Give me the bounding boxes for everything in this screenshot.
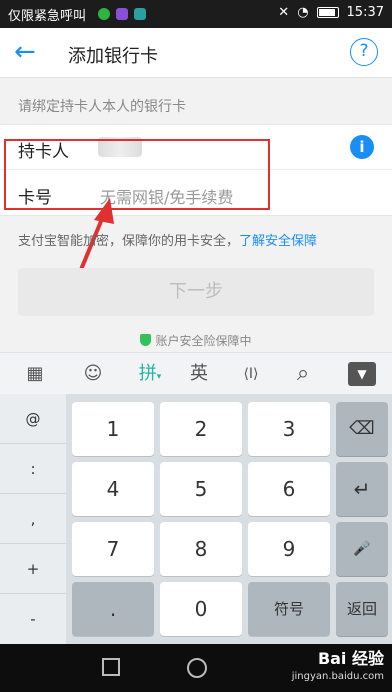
security-notice: 支付宝智能加密，保障你的用卡安全，了解安全保障	[18, 230, 317, 249]
cursor-icon[interactable]: ⟨I⟩	[236, 360, 266, 388]
digit-key-5[interactable]: 5	[160, 462, 242, 516]
pinyin-label: 拼	[138, 363, 157, 384]
symbol-key[interactable]: +	[0, 544, 66, 594]
search-icon[interactable]: ⌕	[290, 360, 316, 388]
digit-key-4[interactable]: 4	[72, 462, 154, 516]
arrow-head	[94, 198, 114, 224]
symbol-column: @ : , + -	[0, 394, 66, 644]
numeric-keyboard: @ : , + - 1 2 3 4 5 6 7 8 9 . 0 符号 ⌫ ↵ 🎤…	[0, 394, 392, 644]
watermark: Bai 经验 jingyan.baidu.com	[292, 650, 384, 686]
shield-icon	[140, 334, 152, 346]
digit-key-3[interactable]: 3	[248, 402, 330, 456]
return-key[interactable]: 返回	[336, 582, 388, 636]
next-button[interactable]: 下一步	[18, 268, 374, 316]
digit-key-0[interactable]: 0	[160, 582, 242, 636]
symbol-key[interactable]: :	[0, 444, 66, 494]
safety-text: 账户安全险保障中	[155, 334, 252, 348]
digit-key-8[interactable]: 8	[160, 522, 242, 576]
pinyin-mode-button[interactable]: 拼▾	[134, 360, 166, 388]
digit-key-2[interactable]: 2	[160, 402, 242, 456]
watermark-brand: Bai 经验	[317, 649, 384, 668]
delete-icon[interactable]: ⌫	[336, 402, 388, 456]
symbol-mode-key[interactable]: 符号	[248, 582, 330, 636]
symbol-key[interactable]: -	[0, 594, 66, 644]
home-icon[interactable]	[187, 658, 207, 678]
enter-icon[interactable]: ↵	[336, 462, 388, 516]
watermark-url: jingyan.baidu.com	[291, 671, 384, 682]
security-link[interactable]: 了解安全保障	[239, 234, 317, 249]
dot-key[interactable]: .	[72, 582, 154, 636]
emoji-icon[interactable]: ☺	[80, 360, 106, 388]
microphone-icon[interactable]: 🎤	[336, 522, 388, 576]
safety-badge: 账户安全险保障中	[0, 332, 392, 349]
digit-key-9[interactable]: 9	[248, 522, 330, 576]
digit-key-7[interactable]: 7	[72, 522, 154, 576]
collapse-keyboard-icon[interactable]: ▼	[348, 362, 376, 386]
symbol-key[interactable]: ,	[0, 494, 66, 544]
chevron-down-icon: ▾	[156, 372, 162, 382]
symbol-key[interactable]: @	[0, 394, 66, 444]
digit-key-6[interactable]: 6	[248, 462, 330, 516]
english-mode-button[interactable]: 英	[186, 360, 212, 388]
grid-icon[interactable]: ▦	[22, 360, 48, 388]
recent-apps-icon[interactable]	[102, 658, 120, 676]
keyboard-toolbar: ▦ ☺ 拼▾ 英 ⟨I⟩ ⌕ ▼	[0, 352, 392, 394]
notice-text: 支付宝智能加密，保障你的用卡安全，	[18, 234, 240, 249]
digit-key-1[interactable]: 1	[72, 402, 154, 456]
system-nav-bar: Bai 经验 jingyan.baidu.com	[0, 644, 392, 692]
